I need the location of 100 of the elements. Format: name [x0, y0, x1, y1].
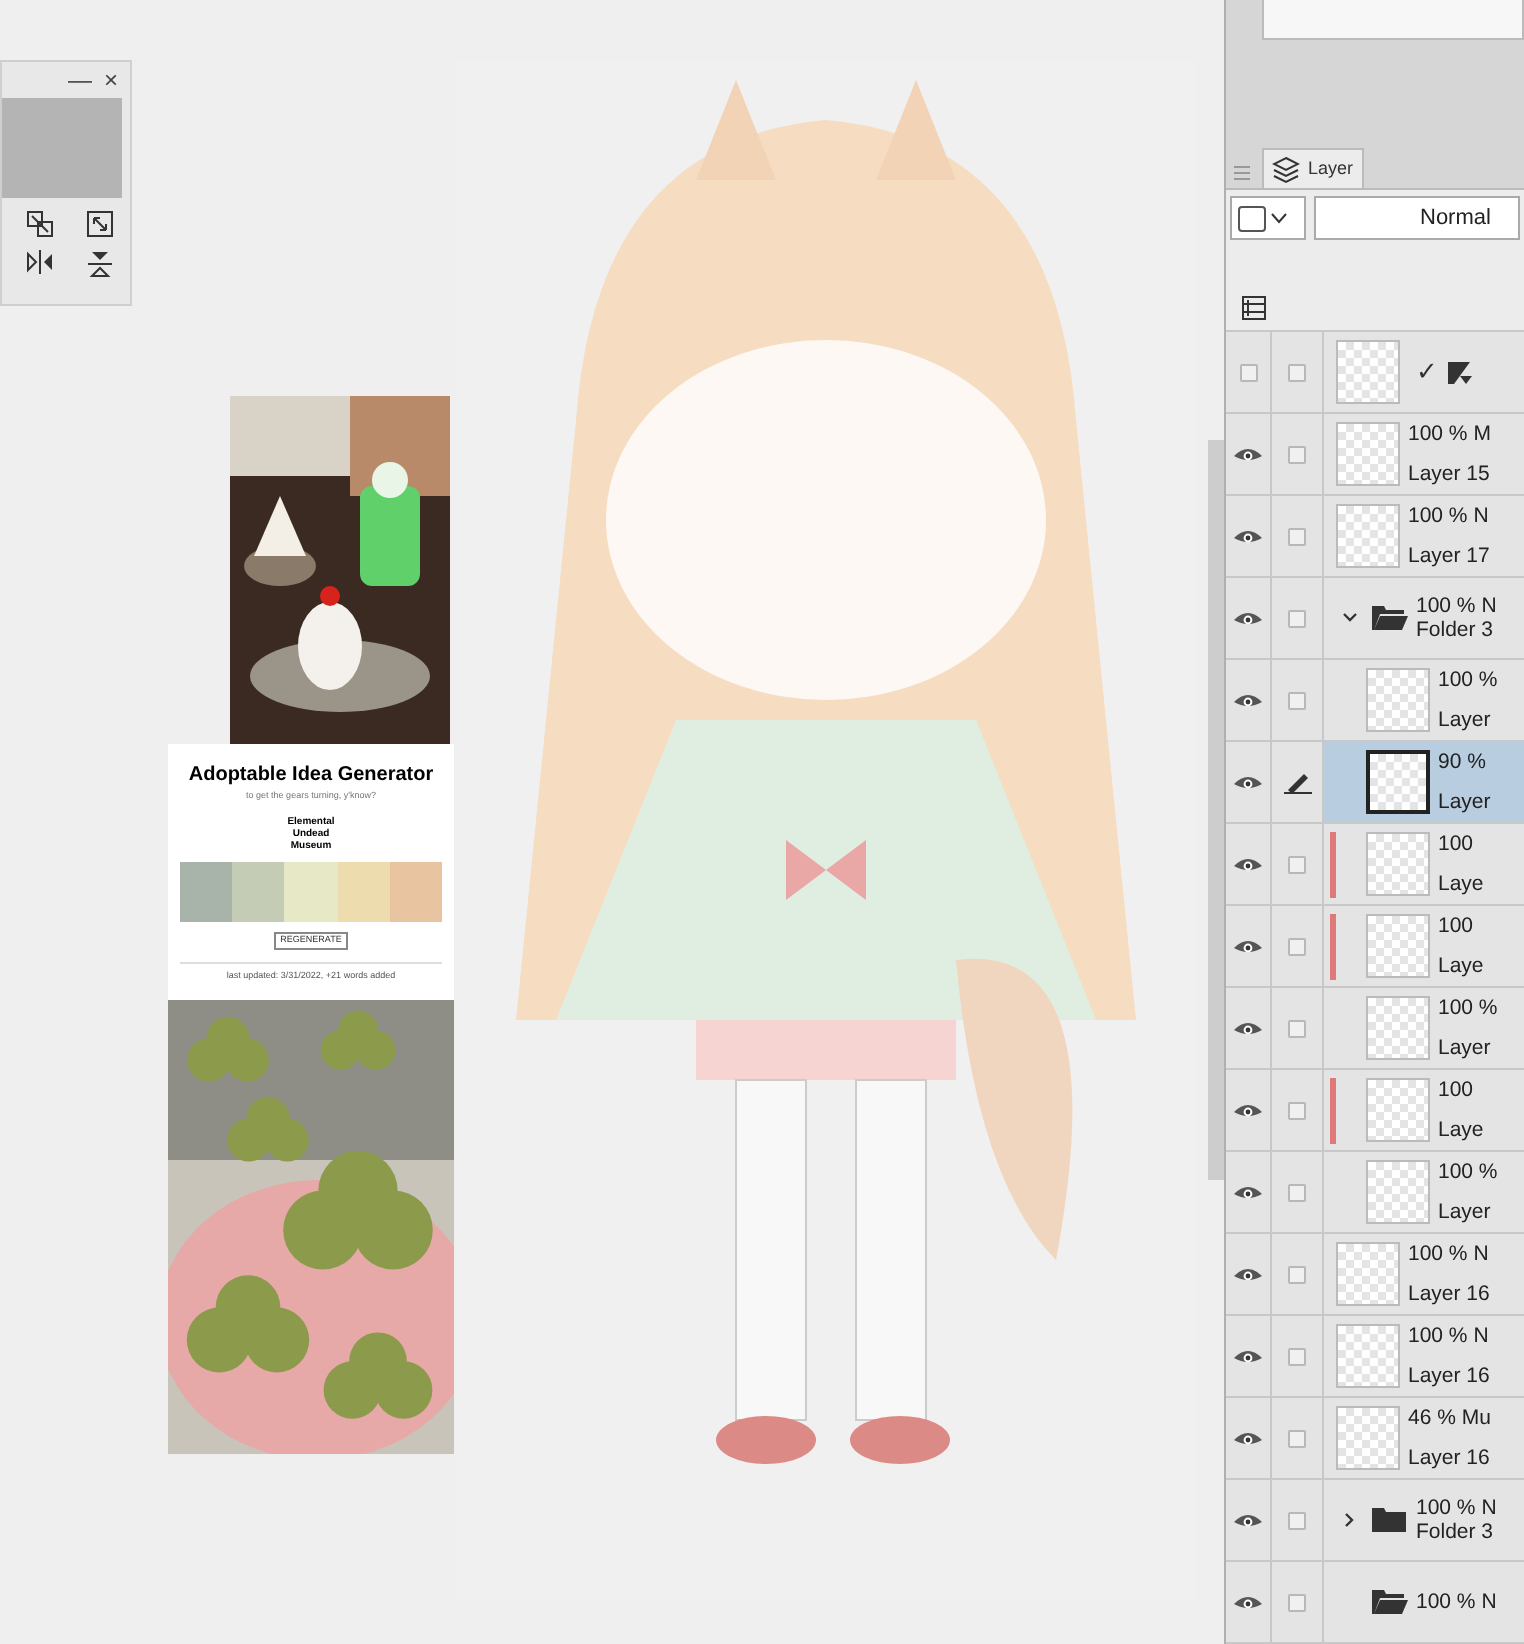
lock-checkbox[interactable]	[1288, 1183, 1306, 1201]
lock-checkbox[interactable]	[1288, 445, 1306, 463]
eye-icon[interactable]	[1234, 527, 1262, 545]
close-button[interactable]: ×	[103, 62, 118, 98]
scrollbar[interactable]	[1208, 440, 1224, 1180]
layer-row[interactable]: 100 % N Layer 17	[1226, 496, 1524, 578]
transform-icon[interactable]	[26, 210, 54, 238]
lock-checkbox[interactable]	[1288, 609, 1306, 627]
layer-mode: 100	[1438, 830, 1476, 860]
layer-thumbnail	[1366, 914, 1430, 978]
expand-icon[interactable]	[86, 210, 114, 238]
layer-mode: 100 %	[1438, 666, 1498, 696]
lock-checkbox[interactable]	[1288, 691, 1306, 709]
layer-color-dropdown[interactable]	[1230, 196, 1306, 240]
preview-area	[2, 98, 122, 198]
layer-thumbnail	[1366, 832, 1430, 896]
chevron-down-icon[interactable]	[1342, 610, 1358, 626]
layer-thumbnail	[1336, 504, 1400, 568]
eye-icon[interactable]	[1234, 1347, 1262, 1365]
layer-thumbnail	[1366, 1078, 1430, 1142]
lock-checkbox[interactable]	[1288, 1019, 1306, 1037]
lock-checkbox[interactable]	[1288, 363, 1306, 381]
layer-thumbnail	[1336, 340, 1400, 404]
eye-icon[interactable]	[1234, 691, 1262, 709]
layer-row[interactable]: 100 % N	[1226, 1562, 1524, 1644]
layer-tab[interactable]: Layer	[1262, 148, 1364, 188]
lock-checkbox[interactable]	[1288, 1265, 1306, 1283]
layer-mode: 100 % N	[1408, 1322, 1490, 1352]
lock-checkbox[interactable]	[1288, 1511, 1306, 1529]
layer-thumbnail	[1366, 750, 1430, 814]
lock-checkbox[interactable]	[1288, 855, 1306, 873]
eye-icon[interactable]	[1234, 773, 1262, 791]
minimize-button[interactable]: —	[67, 62, 92, 98]
layer-mode: 100	[1438, 1076, 1476, 1106]
layer-row[interactable]: 100 % N Layer 16	[1226, 1234, 1524, 1316]
layer-name: Layer	[1438, 1034, 1493, 1064]
eye-icon[interactable]	[1234, 445, 1262, 463]
layer-row[interactable]: 100 % M Layer 15	[1226, 414, 1524, 496]
layer-thumbnail	[1366, 996, 1430, 1060]
chevron-right-icon[interactable]	[1342, 1512, 1358, 1528]
layer-thumbnail	[1336, 422, 1400, 486]
layer-mode: 90 %	[1438, 748, 1488, 778]
generator-title: Adoptable Idea Generator	[188, 762, 434, 790]
check-mark: ✓	[1416, 354, 1438, 391]
layer-name: Laye	[1438, 952, 1484, 982]
layer-mode: 100	[1438, 912, 1476, 942]
layer-thumbnail	[1336, 1324, 1400, 1388]
layer-name: Layer	[1438, 706, 1493, 736]
lock-checkbox[interactable]	[1288, 1101, 1306, 1119]
layer-name: Layer 16	[1408, 1362, 1490, 1392]
lock-checkbox[interactable]	[1288, 937, 1306, 955]
visibility-checkbox[interactable]	[1239, 363, 1257, 381]
folder-mode: 100 % N	[1416, 594, 1497, 618]
eye-icon[interactable]	[1234, 855, 1262, 873]
flip-horizontal-icon[interactable]	[26, 250, 54, 274]
eye-icon[interactable]	[1234, 1265, 1262, 1283]
eye-icon[interactable]	[1234, 1429, 1262, 1447]
layer-row[interactable]: ✓	[1226, 332, 1524, 414]
lock-checkbox[interactable]	[1288, 527, 1306, 545]
layer-name: Layer	[1438, 1198, 1493, 1228]
layer-mode: 100 %	[1438, 1158, 1498, 1188]
eye-icon[interactable]	[1234, 1101, 1262, 1119]
eye-icon[interactable]	[1234, 1019, 1262, 1037]
lock-checkbox[interactable]	[1288, 1593, 1306, 1611]
layer-row[interactable]: 90 % Layer	[1226, 742, 1524, 824]
layer-mode: 100 %	[1438, 994, 1498, 1024]
chevron-down-icon	[1270, 212, 1288, 224]
eye-icon[interactable]	[1234, 1183, 1262, 1201]
layer-row[interactable]: 100 Laye	[1226, 824, 1524, 906]
layer-name: Layer 17	[1408, 542, 1490, 572]
layer-row[interactable]: 100 % Layer	[1226, 988, 1524, 1070]
folder-mode: 100 % N	[1416, 1590, 1497, 1614]
lock-checkbox[interactable]	[1288, 1429, 1306, 1447]
folder-name: Folder 3	[1416, 618, 1496, 642]
folder-name: Folder 3	[1416, 1520, 1496, 1544]
layer-row[interactable]: 100 % N Folder 3	[1226, 578, 1524, 660]
flip-vertical-icon[interactable]	[88, 250, 112, 278]
layer-mode: 100 % N	[1408, 502, 1490, 532]
layer-mode: 100 % N	[1408, 1240, 1490, 1270]
layer-row[interactable]: 46 % Mu Layer 16	[1226, 1398, 1524, 1480]
layer-name: Layer	[1438, 788, 1491, 818]
eye-icon[interactable]	[1234, 1593, 1262, 1611]
layer-row[interactable]: 100 Laye	[1226, 1070, 1524, 1152]
eye-icon[interactable]	[1234, 937, 1262, 955]
eye-icon[interactable]	[1234, 1511, 1262, 1529]
layer-thumbnail	[1336, 1406, 1400, 1470]
layer-settings-icon[interactable]	[1242, 296, 1266, 320]
layer-row[interactable]: 100 Laye	[1226, 906, 1524, 988]
pen-icon[interactable]	[1283, 770, 1311, 794]
blend-mode-dropdown[interactable]: Normal	[1314, 196, 1520, 240]
layer-name: Laye	[1438, 870, 1484, 900]
layer-row[interactable]: 100 % Layer	[1226, 1152, 1524, 1234]
layer-thumbnail	[1366, 668, 1430, 732]
lock-checkbox[interactable]	[1288, 1347, 1306, 1365]
eye-icon[interactable]	[1234, 609, 1262, 627]
layer-row[interactable]: 100 % N Folder 3	[1226, 1480, 1524, 1562]
layer-row[interactable]: 100 % Layer	[1226, 660, 1524, 742]
layer-color-icon	[1446, 359, 1474, 385]
layer-row[interactable]: 100 % N Layer 16	[1226, 1316, 1524, 1398]
folder-mode: 100 % N	[1416, 1496, 1497, 1520]
